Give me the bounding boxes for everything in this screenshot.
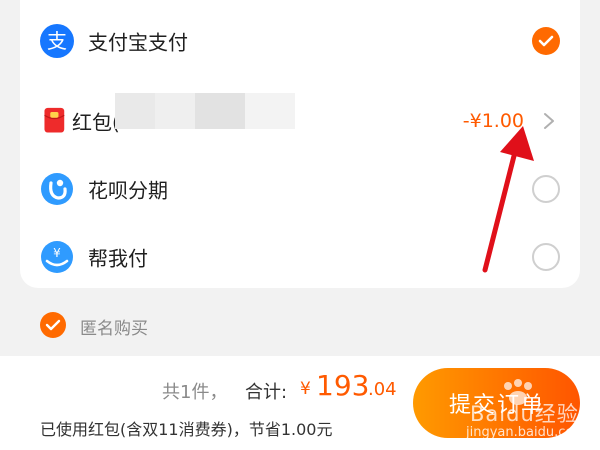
payment-method-card: 支 支付宝支付 红包( -¥1.00 花呗分期 ¥ 帮我付 bbox=[20, 0, 580, 288]
total-amount-integer: 193 bbox=[316, 369, 370, 402]
watermark-url: jingyan.baidu.com bbox=[466, 425, 586, 440]
chevron-right-icon[interactable] bbox=[542, 111, 556, 131]
red-envelope-icon bbox=[44, 107, 65, 133]
alipay-icon: 支 bbox=[40, 24, 74, 58]
payment-option-alipay[interactable]: 支 支付宝支付 bbox=[20, 13, 580, 69]
pay-for-me-icon: ¥ bbox=[41, 241, 73, 273]
red-envelope-label: 红包( bbox=[72, 110, 120, 135]
svg-text:支: 支 bbox=[47, 29, 67, 53]
huabei-label: 花呗分期 bbox=[88, 178, 168, 203]
anonymous-checkbox-checked[interactable] bbox=[40, 312, 66, 338]
payment-option-huabei[interactable]: 花呗分期 bbox=[20, 161, 580, 217]
pay-for-me-radio[interactable] bbox=[532, 243, 560, 271]
red-envelope-amount: -¥1.00 bbox=[462, 110, 524, 132]
total-label: 合计: bbox=[245, 382, 288, 403]
payment-option-red-envelope[interactable]: 红包( -¥1.00 bbox=[20, 93, 580, 149]
svg-text:¥: ¥ bbox=[53, 246, 61, 260]
total-amount-decimal: .04 bbox=[368, 379, 397, 400]
pay-for-me-label: 帮我付 bbox=[88, 246, 148, 271]
blurred-text bbox=[245, 93, 295, 129]
watermark-text: Baidu经验 bbox=[470, 402, 579, 426]
alipay-radio-checked[interactable] bbox=[532, 27, 560, 55]
discount-note: 已使用红包(含双11消费券)，节省1.00元 bbox=[40, 420, 333, 439]
huabei-icon bbox=[41, 173, 73, 205]
anonymous-purchase-label: 匿名购买 bbox=[80, 319, 148, 339]
total-currency: ¥ bbox=[300, 379, 311, 399]
huabei-radio[interactable] bbox=[532, 175, 560, 203]
blurred-text bbox=[155, 93, 195, 129]
blurred-text bbox=[195, 93, 245, 129]
item-count: 共1件， bbox=[162, 382, 228, 403]
checkmark-icon bbox=[538, 35, 554, 47]
alipay-label: 支付宝支付 bbox=[88, 30, 188, 55]
payment-option-pay-for-me[interactable]: ¥ 帮我付 bbox=[20, 229, 580, 285]
blurred-text bbox=[115, 93, 155, 129]
checkmark-icon bbox=[45, 319, 61, 331]
